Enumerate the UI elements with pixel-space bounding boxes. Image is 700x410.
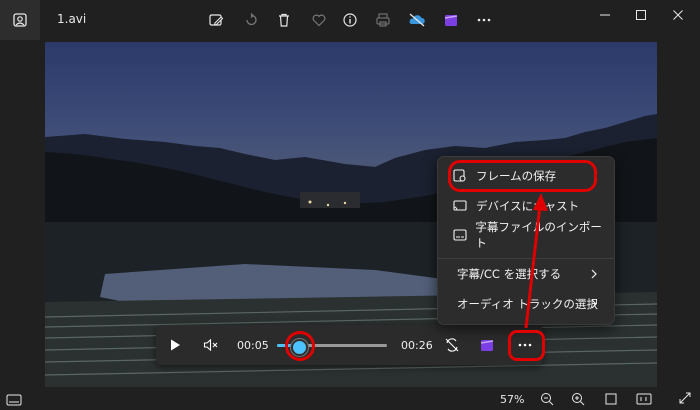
- actual-size-icon[interactable]: [636, 391, 652, 410]
- more-icon[interactable]: [474, 10, 494, 30]
- menu-divider: [438, 258, 614, 259]
- zoom-out-icon[interactable]: [540, 391, 554, 410]
- menu-item-label: デバイスにキャスト: [476, 199, 580, 213]
- filmstrip-icon[interactable]: [6, 391, 22, 410]
- onedrive-icon[interactable]: [407, 10, 427, 30]
- zoom-in-icon[interactable]: [571, 391, 585, 410]
- menu-item-select-audio-track[interactable]: オーディオ トラックの選択: [444, 290, 608, 318]
- print-icon[interactable]: [373, 10, 393, 30]
- player-controls: 00:05 00:26: [156, 325, 543, 365]
- fit-to-window-icon[interactable]: [604, 391, 618, 410]
- chevron-right-icon: [590, 268, 598, 283]
- zoom-level: 57%: [500, 393, 525, 406]
- more-button-highlight: [508, 330, 545, 361]
- menu-item-label: 字幕/CC を選択する: [457, 267, 562, 281]
- menu-item-select-subtitles[interactable]: 字幕/CC を選択する: [444, 260, 608, 288]
- maximize-icon[interactable]: [626, 5, 656, 25]
- bottom-bar: 57%: [0, 387, 700, 407]
- edit-image-icon[interactable]: [206, 10, 226, 30]
- mute-button[interactable]: [200, 335, 222, 355]
- menu-item-import-subtitles[interactable]: 字幕ファイルのインポート: [444, 220, 608, 250]
- seek-thumb-highlight: [285, 331, 315, 361]
- cast-icon: [452, 199, 468, 213]
- info-icon[interactable]: [340, 10, 360, 30]
- fullscreen-icon[interactable]: [678, 390, 692, 409]
- clipchamp-icon[interactable]: [441, 10, 461, 30]
- subtitle-icon: [452, 228, 467, 242]
- delete-icon[interactable]: [274, 10, 294, 30]
- rotate-icon[interactable]: [241, 10, 261, 30]
- title-bar: 1.avi: [0, 0, 700, 40]
- close-icon[interactable]: [663, 5, 693, 25]
- menu-item-cast[interactable]: デバイスにキャスト: [444, 192, 608, 220]
- file-name: 1.avi: [57, 12, 87, 26]
- clipchamp-icon[interactable]: [476, 335, 498, 355]
- loop-off-button[interactable]: [441, 335, 463, 355]
- total-time: 00:26: [401, 339, 433, 352]
- favorite-icon[interactable]: [309, 10, 329, 30]
- current-time: 00:05: [237, 339, 269, 352]
- menu-item-label: 字幕ファイルのインポート: [475, 220, 602, 250]
- chevron-right-icon: [590, 298, 598, 313]
- menu-item-label: オーディオ トラックの選択: [457, 297, 598, 311]
- save-frame-highlight: [448, 160, 597, 192]
- play-button[interactable]: [164, 335, 186, 355]
- app-icon[interactable]: [0, 0, 40, 40]
- minimize-icon[interactable]: [590, 5, 620, 25]
